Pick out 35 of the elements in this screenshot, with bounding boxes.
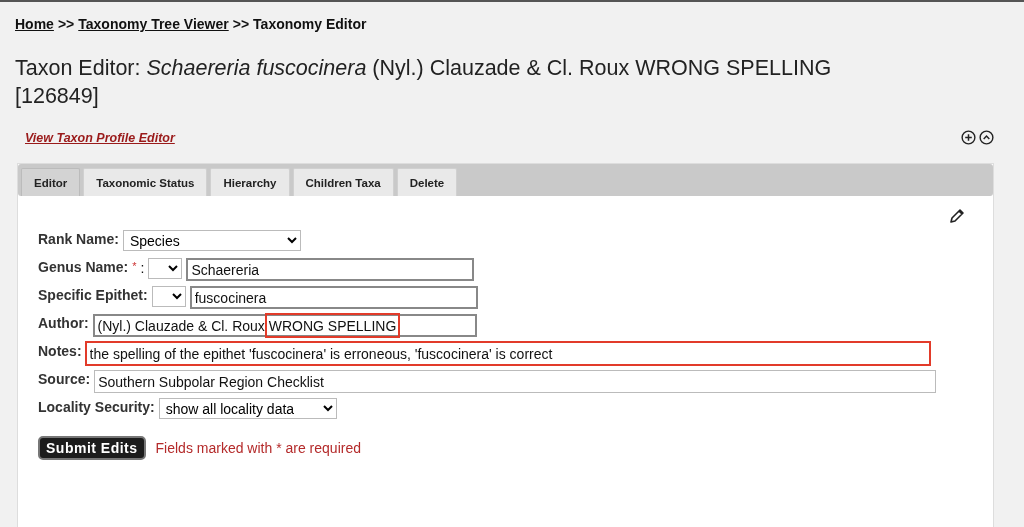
breadcrumb-text: >> [57,16,75,32]
required-mark: * [132,260,137,272]
input-field[interactable]: fuscocinera [189,286,478,309]
tab[interactable]: Taxonomic Status [83,168,208,196]
field-label: Notes: [38,343,82,359]
profile-editor-link[interactable]: View Taxon Profile Editor [25,130,175,145]
tab[interactable]: Children Taxa [292,168,394,196]
tab[interactable]: Delete [396,168,458,196]
input-field[interactable]: Southern Subpolar Region Checklist [94,370,937,393]
select-field[interactable] [151,286,186,307]
breadcrumb-link[interactable]: Taxonomy Tree Viewer [78,16,229,32]
breadcrumb-link[interactable]: Home [15,16,54,32]
field-label: Author: [38,315,89,331]
tab[interactable]: Editor [21,168,81,196]
submit-button[interactable]: Submit Edits [38,436,146,460]
field-label: Rank Name: [38,231,119,247]
input-field[interactable]: the spelling of the epithet 'fuscocinera' is erroneous, 'fuscocinera' is correct [85,342,930,365]
tab[interactable]: Hierarchy [210,168,290,196]
colon: : [140,260,145,276]
input-field[interactable]: (Nyl.) Clauzade & Cl. Roux WRONG SPELLING [92,314,477,337]
add-icon[interactable] [961,130,976,145]
collapse-icon[interactable] [979,130,994,145]
field-label: Genus Name: [38,259,129,275]
page-title: Taxon Editor: Schaereria fuscocinera (Nyl.) Clauzade & Cl. Roux WRONG SPELLING [126849] [15,55,833,110]
breadcrumb-text: Taxonomy Editor [253,16,367,32]
pencil-icon[interactable] [949,208,965,224]
select-field[interactable]: show all locality data [158,398,337,419]
field-label: Locality Security: [38,399,155,415]
select-field[interactable]: Species [122,230,301,251]
input-field[interactable]: Schaereria [186,258,475,281]
select-field[interactable] [148,258,183,279]
required-note: Fields marked with * are required [155,440,361,456]
field-label: Specific Epithet: [38,287,148,303]
breadcrumb-text: >> [232,16,250,32]
field-label: Source: [38,371,91,387]
